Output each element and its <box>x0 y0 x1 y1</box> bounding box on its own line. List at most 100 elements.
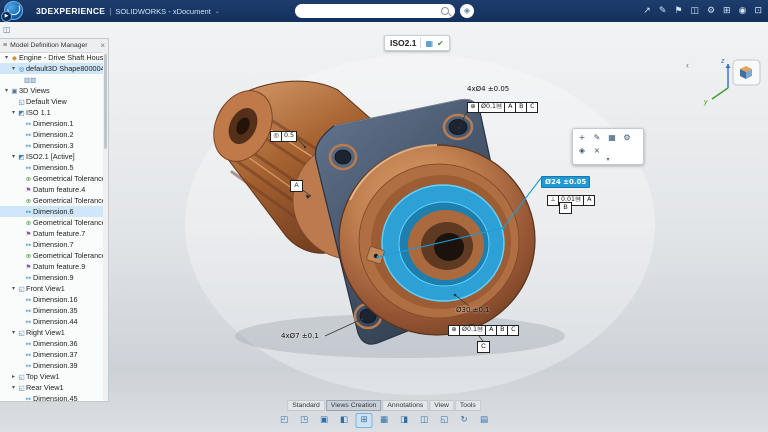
tab-views-creation[interactable]: Views Creation <box>326 400 382 411</box>
tab-tools[interactable]: Tools <box>455 400 481 411</box>
tree-item[interactable]: ⊕ Geometrical Tolerance.4 <box>0 195 103 206</box>
tree-item[interactable]: ▾ ◱ Rear View1 <box>0 382 103 393</box>
context-toolbar[interactable]: +✎▦⚙ ◈× ▾ <box>572 128 644 165</box>
tree-item[interactable]: ▥▥ <box>0 74 103 85</box>
tree-item[interactable]: ↔ Dimension.9 <box>0 272 103 283</box>
update-views-icon[interactable]: ↻ <box>456 413 473 428</box>
edit-icon[interactable]: ✎ <box>590 131 604 144</box>
aux-view-icon[interactable]: ◱ <box>436 413 453 428</box>
new-view-icon[interactable]: ⊞ <box>356 413 373 428</box>
tree-item[interactable]: ↔ Dimension.5 <box>0 162 103 173</box>
collaboration-icon[interactable]: ◫ <box>690 6 699 16</box>
viewport-3d[interactable] <box>0 22 768 432</box>
panel-scrollbar[interactable] <box>103 52 108 401</box>
tree-item[interactable]: ↔ Dimension.3 <box>0 140 103 151</box>
front-view-icon[interactable]: ◰ <box>276 413 293 428</box>
caret-icon[interactable]: ▾ <box>3 54 10 61</box>
chevron-down-icon[interactable]: ▾ <box>575 157 641 164</box>
caret-icon[interactable]: ▾ <box>3 87 10 94</box>
tree-item[interactable]: ▾ ◩ ISO 1.1 <box>0 107 103 118</box>
fcf-position-bottom[interactable]: ⊕ Ø0.1Ⓜ A B C <box>448 316 519 336</box>
tree-item[interactable]: ↔ Dimension.16 <box>0 294 103 305</box>
tree-item[interactable]: ▾ ◎ default3D Shape80000480 <box>0 63 103 74</box>
annotation-face[interactable]: Ø30 ±0.1 <box>456 306 490 314</box>
tree-menu-icon[interactable]: ≡ <box>3 42 7 49</box>
tree-item[interactable]: ⊕ Geometrical Tolerance.3 <box>0 173 103 184</box>
tree-item[interactable]: ↔ Dimension.39 <box>0 360 103 371</box>
tree-item[interactable]: ↔ Dimension.45 <box>0 393 103 401</box>
annotation-holes-top[interactable]: 4xØ4 ±0.05 ⊕ Ø0.1Ⓜ A B C <box>467 85 538 113</box>
fullscreen-icon[interactable]: ⊡ <box>754 6 762 16</box>
more-tools-icon[interactable]: ⚙ <box>620 131 634 144</box>
tree-item[interactable]: ↔ Dimension.2 <box>0 129 103 140</box>
fcf-position-top[interactable]: ⊕ Ø0.1Ⓜ A B C <box>467 102 538 113</box>
tree-item[interactable]: ▾ ◱ Front View1 <box>0 283 103 294</box>
section-view-icon[interactable]: ◧ <box>336 413 353 428</box>
datum-b-label[interactable]: B <box>559 202 572 214</box>
caret-icon[interactable]: ▸ <box>10 373 17 380</box>
color-icon[interactable]: ◈ <box>575 144 589 157</box>
search-input[interactable] <box>301 7 441 16</box>
brand-logo[interactable]: ▶ <box>0 0 30 22</box>
caret-icon[interactable]: ▾ <box>10 384 17 391</box>
crop-view-icon[interactable]: ◫ <box>416 413 433 428</box>
tab-view[interactable]: View <box>429 400 454 411</box>
delete-icon[interactable]: × <box>590 144 604 157</box>
caret-icon[interactable]: ▾ <box>10 153 17 160</box>
notifications-icon[interactable]: ⚑ <box>674 6 682 16</box>
settings-icon[interactable]: ⚙ <box>707 6 715 16</box>
tree-item[interactable]: ↔ Dimension.7 <box>0 239 103 250</box>
close-panel-icon[interactable]: × <box>100 41 105 50</box>
break-view-icon[interactable]: ◨ <box>396 413 413 428</box>
tree-item[interactable]: ↔ Dimension.44 <box>0 316 103 327</box>
caret-icon[interactable]: ▾ <box>10 285 17 292</box>
tab-annotations[interactable]: Annotations <box>382 400 428 411</box>
pen-icon[interactable]: ✎ <box>659 6 667 16</box>
view-properties-icon[interactable]: ▤ <box>476 413 493 428</box>
tree-item[interactable]: ▾ ◆ Engine - Drive Shaft Housing <box>0 52 103 63</box>
views-display-icon[interactable]: ▦ <box>425 39 433 48</box>
display-style-icon[interactable]: ▦ <box>605 131 619 144</box>
search-bar[interactable] <box>295 4 455 18</box>
dimension-text[interactable]: 4xØ7 ±0.1 <box>281 332 319 340</box>
dimension-text[interactable]: Ø30 ±0.1 <box>456 306 490 314</box>
tree-item[interactable]: ⊕ Geometrical Tolerance.8 <box>0 250 103 261</box>
tree-item[interactable]: ▾ ▣ 3D Views <box>0 85 103 96</box>
iso-view-icon[interactable]: ▣ <box>316 413 333 428</box>
fcf-cylindricity[interactable]: ◎ 0.5 <box>270 122 297 142</box>
share-icon[interactable]: ↗ <box>643 6 651 16</box>
tab-standard[interactable]: Standard <box>287 400 325 411</box>
add-annotation-icon[interactable]: + <box>575 131 589 144</box>
apps-grid-icon[interactable]: ⊞ <box>723 6 731 16</box>
tree-item[interactable]: ⚑ Datum feature.7 <box>0 228 103 239</box>
tree-item[interactable]: ◱ Default View <box>0 96 103 107</box>
tree-item[interactable]: ↔ Dimension.1 <box>0 118 103 129</box>
tree-item[interactable]: ↔ Dimension.35 <box>0 305 103 316</box>
tree-item[interactable]: ▸ ◱ Top View1 <box>0 371 103 382</box>
tree-item[interactable]: ⊕ Geometrical Tolerance.6 <box>0 217 103 228</box>
tree-item[interactable]: ▾ ◩ ISO2.1 [Active] <box>0 151 103 162</box>
active-standard-chip[interactable]: ISO2.1 ▦ ✔ <box>384 35 450 51</box>
user-icon[interactable]: ◉ <box>739 6 747 16</box>
datum-a-label[interactable]: A <box>290 180 303 192</box>
tree-item[interactable]: ↔ Dimension.36 <box>0 338 103 349</box>
tree-item[interactable]: ⚑ Datum feature.4 <box>0 184 103 195</box>
panel-dock-icon[interactable]: ◫ <box>3 25 11 34</box>
tree-item[interactable]: ↔ Dimension.37 <box>0 349 103 360</box>
caret-icon[interactable]: ▾ <box>10 109 17 116</box>
tag-icon[interactable]: ◈ <box>460 4 474 18</box>
tree-item[interactable]: ⚑ Datum feature.9 <box>0 261 103 272</box>
search-icon[interactable] <box>441 7 449 15</box>
tree-item[interactable]: ↔ Dimension.6 <box>0 206 103 217</box>
caret-icon[interactable]: ▾ <box>10 65 17 72</box>
detail-view-icon[interactable]: ▦ <box>376 413 393 428</box>
projected-view-icon[interactable]: ◳ <box>296 413 313 428</box>
scrollbar-thumb[interactable] <box>104 54 107 149</box>
datum-c-label[interactable]: C <box>477 341 490 353</box>
dimension-text[interactable]: 4xØ4 ±0.05 <box>467 85 538 93</box>
chevron-down-icon[interactable]: ⌄ <box>215 8 220 15</box>
tree-item[interactable]: ▾ ◱ Right View1 <box>0 327 103 338</box>
dimension-icon: ↔ <box>24 131 33 139</box>
caret-icon[interactable]: ▾ <box>10 329 17 336</box>
annotation-holes-bottom[interactable]: 4xØ7 ±0.1 <box>281 332 319 340</box>
